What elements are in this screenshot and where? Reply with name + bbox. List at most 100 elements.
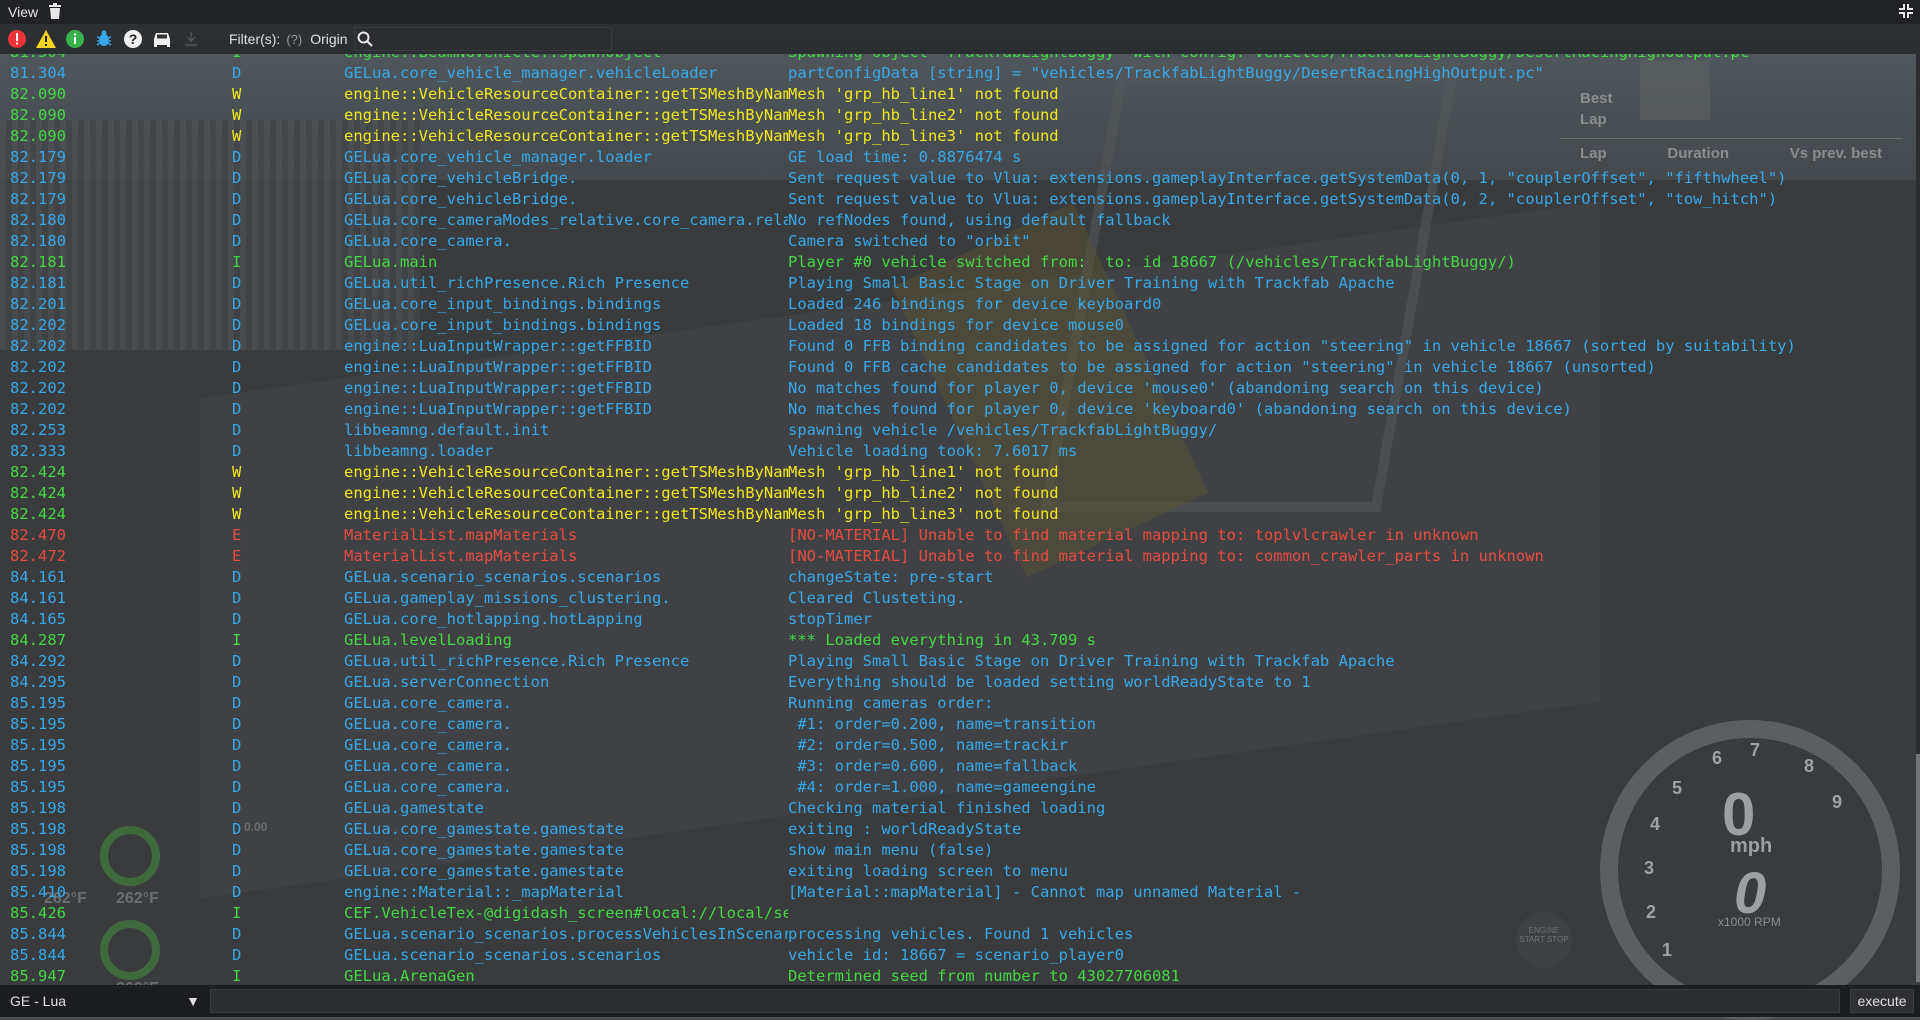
log-time: 82.333 xyxy=(10,442,66,460)
log-row[interactable]: 82.090 Wengine::VehicleResourceContainer:… xyxy=(0,84,1900,105)
log-level: D xyxy=(232,337,242,355)
log-row[interactable]: 82.090 Wengine::VehicleResourceContainer:… xyxy=(0,105,1900,126)
log-row[interactable]: 82.090 Wengine::VehicleResourceContainer:… xyxy=(0,126,1900,147)
log-row[interactable]: 85.844 D GELua.scenario_scenarios.scenario… xyxy=(0,945,1900,966)
log-time: 82.472 xyxy=(10,547,66,565)
log-message: spawning vehicle /vehicles/TrackfabLight… xyxy=(788,421,1218,439)
log-row[interactable]: 85.198 D GELua.core_gamestate.gamestate exi… xyxy=(0,819,1900,840)
log-origin: GELua.main xyxy=(344,253,438,271)
log-scrollbar[interactable] xyxy=(1916,54,1920,982)
log-row[interactable]: 85.195 D GELua.core_camera. #4: order=1.00… xyxy=(0,777,1900,798)
log-row[interactable]: 84.161 D GELua.gameplay_missions_clusterin… xyxy=(0,588,1900,609)
log-row[interactable]: 81.304 Iengine::BeamNGVehicle::spawnObjec… xyxy=(0,54,1900,63)
console-menubar: View xyxy=(0,0,1920,24)
log-row[interactable]: 85.410 Dengine::Material::_mapMaterial [Ma… xyxy=(0,882,1900,903)
log-row[interactable]: 84.165 D GELua.core_hotlapping.hotLapping s… xyxy=(0,609,1900,630)
log-time: 84.165 xyxy=(10,610,66,628)
log-level: D xyxy=(232,673,242,691)
log-row[interactable]: 85.198 D GELua.core_gamestate.gamestate sho… xyxy=(0,840,1900,861)
log-origin: MaterialList.mapMaterials xyxy=(344,547,578,565)
log-time: 82.181 xyxy=(10,274,66,292)
log-row[interactable]: 82.181 I GELua.main Player #0 vehicle switc… xyxy=(0,252,1900,273)
log-level: D xyxy=(232,778,242,796)
collapse-icon[interactable] xyxy=(1898,3,1914,22)
log-message: processing vehicles. Found 1 vehicles xyxy=(788,925,1134,943)
execute-button[interactable]: execute xyxy=(1850,989,1914,1013)
log-row[interactable]: 85.195 D GELua.core_camera. Running cameras… xyxy=(0,693,1900,714)
filter-search-input[interactable] xyxy=(372,31,611,47)
menu-view[interactable]: View xyxy=(0,0,46,24)
log-origin: GELua.core_vehicleBridge. xyxy=(344,190,578,208)
log-level: E xyxy=(232,526,242,544)
log-level: D xyxy=(232,274,242,292)
log-row[interactable]: 84.161 D GELua.scenario_scenarios.scenario… xyxy=(0,567,1900,588)
log-message: No matches found for player 0, device 'k… xyxy=(788,400,1572,418)
log-origin: GELua.core_input_bindings.bindings xyxy=(344,295,662,313)
log-origin: GELua.core_camera. xyxy=(344,736,512,754)
log-message: Spawning object 'TrackfabLightBuggy' wit… xyxy=(788,54,1749,63)
log-row[interactable]: 82.179 D GELua.core_vehicleBridge. Sent req… xyxy=(0,168,1900,189)
log-origin: engine::VehicleResourceContainer::getTSM… xyxy=(344,106,788,124)
log-row[interactable]: 85.426 I CEF.VehicleTex-@digidash_screen#l… xyxy=(0,903,1900,924)
debug-filter-icon[interactable] xyxy=(92,27,116,51)
log-row[interactable]: 82.472 E MaterialList.mapMaterials [NO-MATE… xyxy=(0,546,1900,567)
log-time: 85.410 xyxy=(10,883,66,901)
log-row[interactable]: 82.180 D GELua.core_camera. Camera switched… xyxy=(0,231,1900,252)
error-filter-icon[interactable] xyxy=(5,27,29,51)
log-row[interactable]: 82.179 D GELua.core_vehicleBridge. Sent req… xyxy=(0,189,1900,210)
log-message: Loaded 18 bindings for device mouse0 xyxy=(788,316,1124,334)
log-row[interactable]: 84.295 D GELua.serverConnection Everything … xyxy=(0,672,1900,693)
log-row[interactable]: 82.333 Dlibbeamng.loader Vehicle loading t… xyxy=(0,441,1900,462)
log-row[interactable]: 85.195 D GELua.core_camera. #3: order=0.60… xyxy=(0,756,1900,777)
log-row[interactable]: 81.304 D GELua.core_vehicle_manager.vehicl… xyxy=(0,63,1900,84)
log-row[interactable]: 82.253 Dlibbeamng.default.init spawning ve… xyxy=(0,420,1900,441)
log-level: W xyxy=(232,106,242,124)
log-message: Mesh 'grp_hb_line1' not found xyxy=(788,85,1059,103)
log-time: 85.844 xyxy=(10,946,66,964)
log-time: 82.179 xyxy=(10,148,66,166)
log-row[interactable]: 82.470 E MaterialList.mapMaterials [NO-MATE… xyxy=(0,525,1900,546)
log-row[interactable]: 85.198 D GELua.core_gamestate.gamestate exi… xyxy=(0,861,1900,882)
log-row[interactable]: 85.195 D GELua.core_camera. #2: order=0.50… xyxy=(0,735,1900,756)
log-row[interactable]: 85.844 D GELua.scenario_scenarios.processV… xyxy=(0,924,1900,945)
help-icon[interactable]: ? xyxy=(121,27,145,51)
log-row[interactable]: 85.195 D GELua.core_camera. #1: order=0.20… xyxy=(0,714,1900,735)
trash-icon[interactable] xyxy=(48,2,62,22)
warning-filter-icon[interactable] xyxy=(34,27,58,51)
log-row[interactable]: 82.202 Dengine::LuaInputWrapper::getFFBID… xyxy=(0,336,1900,357)
context-select[interactable]: GE - Lua ▼ xyxy=(6,989,204,1013)
log-scrollbar-thumb[interactable] xyxy=(1916,754,1920,982)
log-level: I xyxy=(232,631,242,649)
info-filter-icon[interactable] xyxy=(63,27,87,51)
chevron-down-icon[interactable]: ▼ xyxy=(186,989,200,1013)
log-row[interactable]: 85.198 D GELua.gamestate Checking material … xyxy=(0,798,1900,819)
log-time: 82.202 xyxy=(10,379,66,397)
download-icon[interactable] xyxy=(179,27,203,51)
log-row[interactable]: 82.202 Dengine::LuaInputWrapper::getFFBID… xyxy=(0,399,1900,420)
log-message: No refNodes found, using default fallbac… xyxy=(788,211,1171,229)
command-input[interactable] xyxy=(210,989,1840,1013)
log-row[interactable]: 85.947 I GELua.ArenaGen Determined seed fro… xyxy=(0,966,1900,982)
log-row[interactable]: 82.424 Wengine::VehicleResourceContainer:… xyxy=(0,483,1900,504)
log-level: D xyxy=(232,736,242,754)
log-time: 82.470 xyxy=(10,526,66,544)
log-origin: GELua.core_vehicleBridge. xyxy=(344,169,578,187)
log-origin: GELua.core_camera. xyxy=(344,232,512,250)
console-toolbar: ? Filter(s): (?) Origin xyxy=(0,24,1920,54)
log-level: D xyxy=(232,694,242,712)
log-row[interactable]: 82.202 Dengine::LuaInputWrapper::getFFBID… xyxy=(0,378,1900,399)
filter-help-link[interactable]: (?) xyxy=(286,32,302,47)
log-row[interactable]: 82.424 Wengine::VehicleResourceContainer:… xyxy=(0,504,1900,525)
log-message: Sent request value to Vlua: extensions.g… xyxy=(788,190,1778,208)
log-row[interactable]: 82.202 D GELua.core_input_bindings.binding… xyxy=(0,315,1900,336)
log-row[interactable]: 82.180 D GELua.core_cameraModes_relative.c… xyxy=(0,210,1900,231)
log-row[interactable]: 84.287 I GELua.levelLoading *** Loaded ever… xyxy=(0,630,1900,651)
log-row[interactable]: 82.424 Wengine::VehicleResourceContainer:… xyxy=(0,462,1900,483)
log-level: D xyxy=(232,799,242,817)
log-row[interactable]: 82.181 D GELua.util_richPresence.Rich Pres… xyxy=(0,273,1900,294)
log-row[interactable]: 82.202 Dengine::LuaInputWrapper::getFFBID… xyxy=(0,357,1900,378)
log-row[interactable]: 84.292 D GELua.util_richPresence.Rich Pres… xyxy=(0,651,1900,672)
vehicle-icon[interactable] xyxy=(150,27,174,51)
log-row[interactable]: 82.179 D GELua.core_vehicle_manager.loader… xyxy=(0,147,1900,168)
log-row[interactable]: 82.201 D GELua.core_input_bindings.binding… xyxy=(0,294,1900,315)
